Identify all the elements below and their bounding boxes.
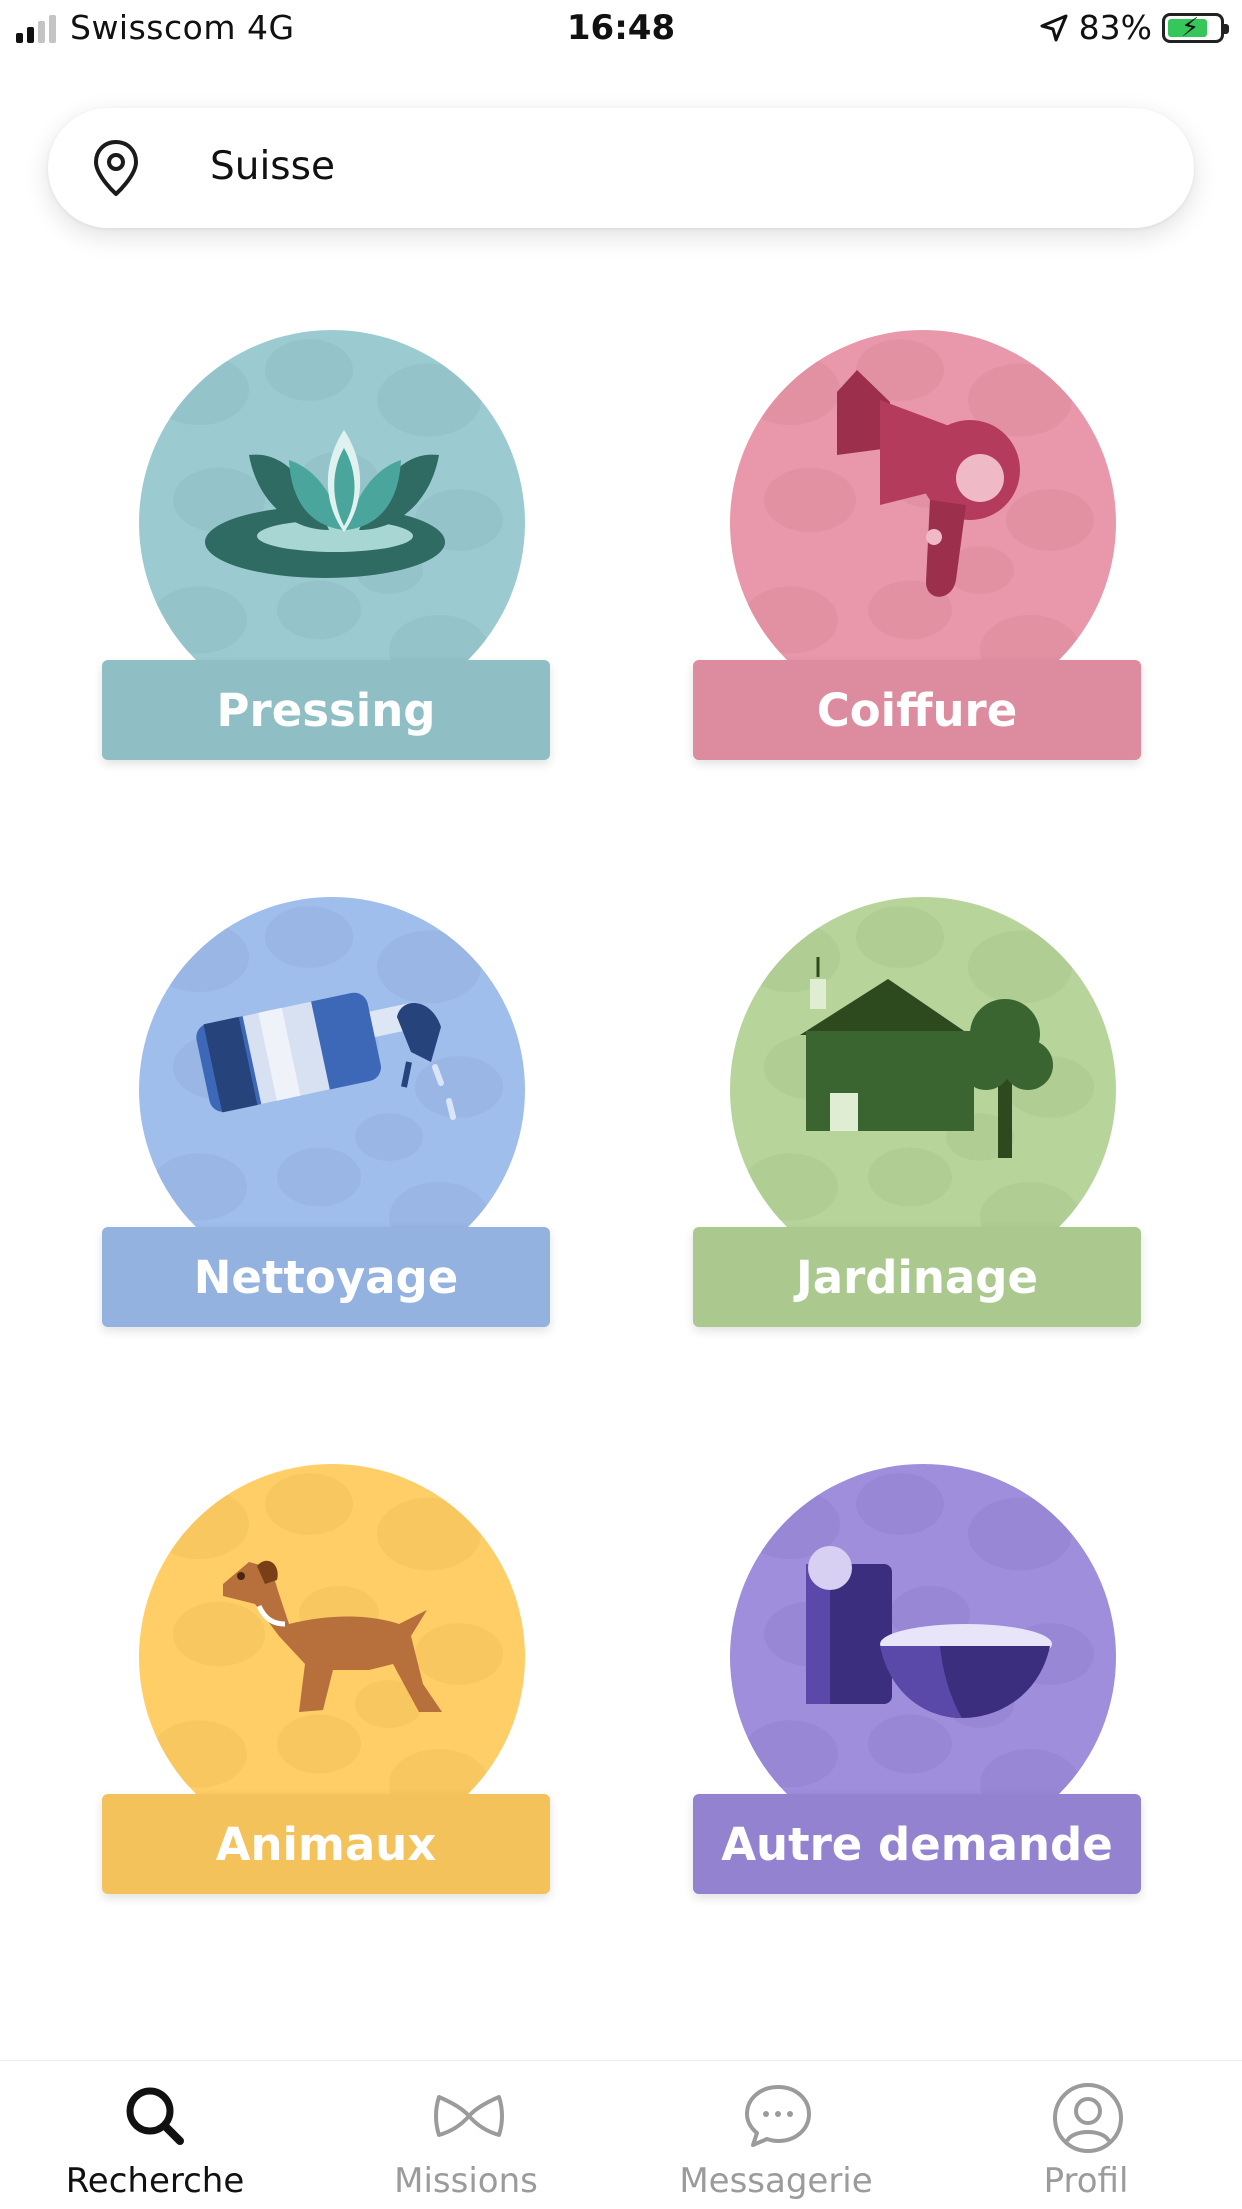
location-search-bar[interactable]: Suisse [48, 108, 1194, 228]
hair-dryer-icon [730, 330, 1116, 716]
category-card-animaux[interactable]: Animaux [102, 1464, 562, 1914]
tab-profil[interactable]: Profil [931, 2061, 1241, 2209]
tab-label: Recherche [65, 2161, 245, 2201]
bow-icon [434, 2095, 504, 2137]
status-bar: Swisscom 4G 16:48 83% ⚡ [0, 0, 1242, 60]
tab-missions[interactable]: Missions [311, 2061, 621, 2209]
bottom-tab-bar: Recherche Missions Messagerie Profil [0, 2060, 1242, 2209]
category-label: Nettoyage [102, 1227, 550, 1327]
category-label: Pressing [102, 660, 550, 760]
location-arrow-icon [1040, 14, 1068, 41]
tab-recherche[interactable]: Recherche [0, 2061, 310, 2209]
battery-percent: 83% [1078, 8, 1152, 47]
spray-bottle-icon [139, 897, 525, 1283]
tab-label: Missions [394, 2161, 538, 2201]
category-card-pressing[interactable]: Pressing [102, 330, 562, 780]
category-card-jardinage[interactable]: Jardinage [693, 897, 1153, 1347]
dog-icon [139, 1464, 525, 1850]
category-label: Autre demande [693, 1794, 1141, 1894]
tab-label: Messagerie [679, 2161, 873, 2201]
cup-bowl-icon [730, 1464, 1116, 1850]
category-card-nettoyage[interactable]: Nettoyage [102, 897, 562, 1347]
chat-icon [745, 2085, 811, 2147]
category-card-coiffure[interactable]: Coiffure [693, 330, 1153, 780]
location-pin-icon [94, 140, 138, 196]
search-input[interactable]: Suisse [210, 144, 335, 189]
tab-label: Profil [1043, 2161, 1129, 2201]
lotus-icon [139, 330, 525, 716]
profile-icon [1053, 2083, 1123, 2153]
category-label: Coiffure [693, 660, 1141, 760]
category-label: Jardinage [693, 1227, 1141, 1327]
category-label: Animaux [102, 1794, 550, 1894]
category-card-autre-demande[interactable]: Autre demande [693, 1464, 1153, 1914]
tab-messagerie[interactable]: Messagerie [621, 2061, 931, 2209]
battery-icon: ⚡ [1162, 12, 1229, 43]
house-tree-icon [730, 897, 1116, 1283]
search-icon [126, 2087, 184, 2145]
